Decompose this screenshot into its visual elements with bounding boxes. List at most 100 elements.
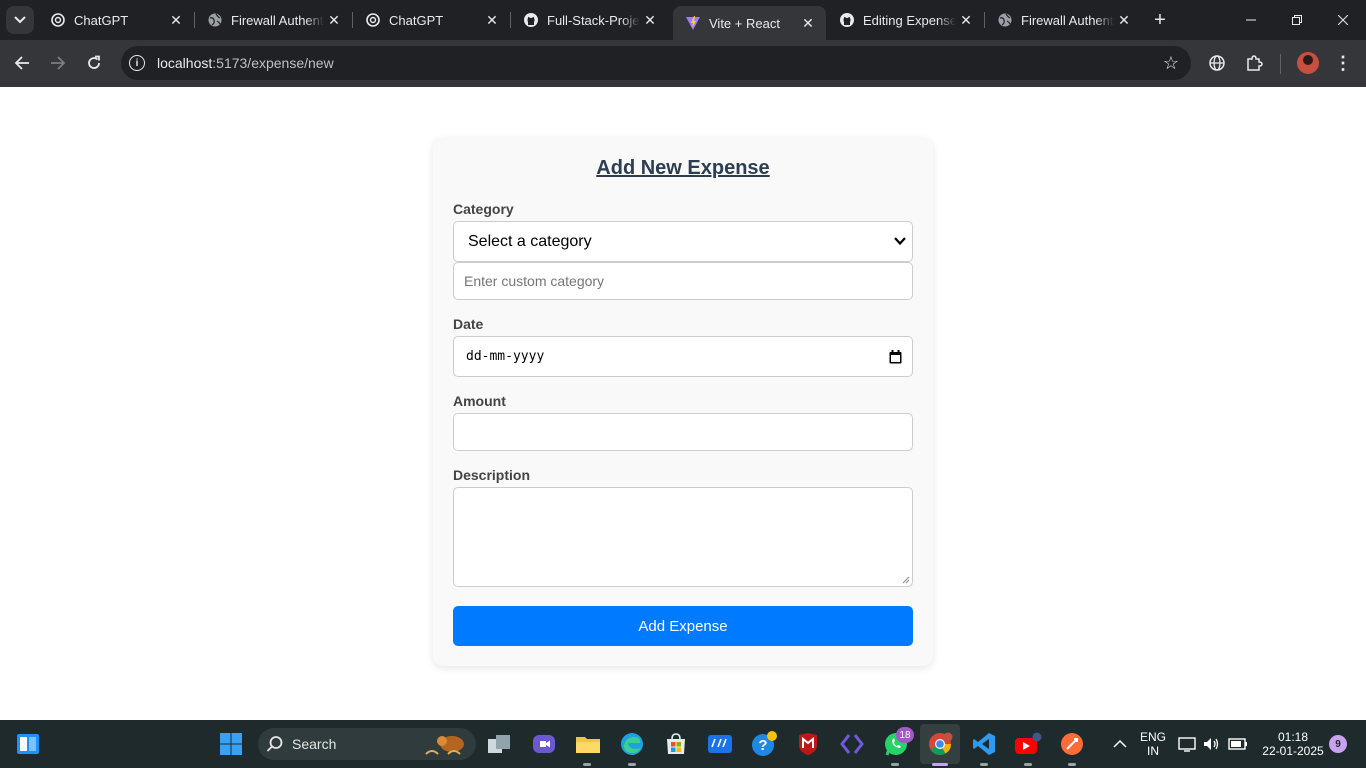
close-tab-icon[interactable]: ✕ xyxy=(324,10,344,30)
running-indicator xyxy=(891,763,899,766)
close-tab-icon[interactable]: ✕ xyxy=(166,10,186,30)
chevron-down-icon xyxy=(894,237,906,246)
mcafee-shield-icon[interactable] xyxy=(792,728,824,760)
browser-tab[interactable]: Full-Stack-Project ✕ xyxy=(511,0,668,40)
close-window-icon[interactable] xyxy=(1320,0,1366,40)
toolbar-divider xyxy=(1280,54,1281,74)
tab-title: Full-Stack-Project xyxy=(547,12,640,28)
profile-avatar[interactable] xyxy=(1297,52,1319,74)
file-explorer-icon[interactable] xyxy=(572,728,604,760)
calendar-icon[interactable] xyxy=(889,350,902,364)
youtube-icon[interactable] xyxy=(1012,728,1044,760)
amount-label: Amount xyxy=(453,393,506,409)
notification-badge[interactable]: 9 xyxy=(1329,735,1347,753)
code-editor-icon[interactable] xyxy=(836,728,868,760)
active-running-indicator xyxy=(932,763,948,766)
address-bar[interactable]: i localhost:5173/expense/new ☆ xyxy=(121,46,1191,80)
myhp-icon[interactable] xyxy=(704,728,736,760)
amount-input[interactable] xyxy=(453,413,913,451)
globe-icon xyxy=(207,12,223,28)
windows-taskbar: Search ? 18 ENG IN 01:18 22-01-2025 9 xyxy=(0,720,1366,768)
browser-tab-strip: ChatGPT ✕ Firewall Authentication ✕ Chat… xyxy=(0,0,1366,40)
language-line1: ENG xyxy=(1139,730,1166,744)
browser-tab[interactable]: ChatGPT ✕ xyxy=(353,0,511,40)
taskbar-search[interactable]: Search xyxy=(258,728,476,760)
tab-title: ChatGPT xyxy=(389,12,444,28)
battery-icon[interactable] xyxy=(1226,728,1250,760)
language-indicator[interactable]: ENG IN xyxy=(1134,730,1172,758)
custom-category-input[interactable]: Enter custom category xyxy=(453,262,913,300)
close-tab-icon[interactable]: ✕ xyxy=(482,10,502,30)
chatgpt-icon xyxy=(50,12,66,28)
category-label: Category xyxy=(453,201,514,217)
start-windows-icon[interactable] xyxy=(215,728,247,760)
running-indicator xyxy=(628,763,636,766)
form-title: Add New Expense xyxy=(596,157,770,179)
vscode-icon[interactable] xyxy=(968,728,1000,760)
svg-text:?: ? xyxy=(758,737,767,754)
clock-time: 01:18 xyxy=(1277,730,1309,744)
close-tab-icon[interactable]: ✕ xyxy=(798,13,818,33)
add-expense-form: Add New Expense Category Select a catego… xyxy=(433,138,933,666)
running-indicator xyxy=(1068,763,1076,766)
widgets-icon[interactable] xyxy=(12,728,44,760)
address-url: localhost:5173/expense/new xyxy=(157,55,334,71)
github-icon xyxy=(523,12,539,28)
microsoft-store-icon[interactable] xyxy=(660,728,692,760)
browser-tab-active[interactable]: Vite + React ✕ xyxy=(673,6,826,40)
forward-arrow-icon[interactable] xyxy=(43,48,73,78)
new-tab-plus-icon[interactable]: + xyxy=(1148,8,1172,32)
tab-title: ChatGPT xyxy=(74,12,129,28)
tab-title: Firewall Authentication xyxy=(1021,12,1114,28)
minimize-icon[interactable] xyxy=(1228,0,1274,40)
category-selected-value: Select a category xyxy=(468,232,592,250)
task-view-icon[interactable] xyxy=(484,728,516,760)
more-menu-icon[interactable]: ⋮ xyxy=(1334,52,1352,74)
url-path: :5173/expense/new xyxy=(212,55,334,71)
date-input[interactable]: dd-mm-yyyy xyxy=(453,336,913,377)
tab-title: Vite + React xyxy=(709,15,780,31)
postman-icon[interactable] xyxy=(1056,728,1088,760)
close-tab-icon[interactable]: ✕ xyxy=(640,10,660,30)
network-icon[interactable] xyxy=(1176,728,1198,760)
language-line2: IN xyxy=(1147,744,1159,758)
resize-grip-icon[interactable] xyxy=(902,576,910,584)
add-expense-button[interactable]: Add Expense xyxy=(453,606,913,646)
extensions-puzzle-icon[interactable] xyxy=(1243,52,1265,74)
volume-icon[interactable] xyxy=(1200,728,1222,760)
close-tab-icon[interactable]: ✕ xyxy=(1114,10,1134,30)
browser-tab[interactable]: Firewall Authentication ✕ xyxy=(195,0,353,40)
chevron-down-icon xyxy=(14,16,26,24)
reload-icon[interactable] xyxy=(79,48,109,78)
browser-tab[interactable]: Editing Expense ✕ xyxy=(827,0,985,40)
tab-title: Editing Expense xyxy=(863,12,956,28)
clock[interactable]: 01:18 22-01-2025 xyxy=(1258,730,1328,758)
globe-icon xyxy=(997,12,1013,28)
help-icon[interactable]: ? xyxy=(748,728,780,760)
bookmark-star-icon[interactable]: ☆ xyxy=(1163,54,1179,72)
browser-tab[interactable]: Firewall Authentication ✕ xyxy=(985,0,1142,40)
back-arrow-icon[interactable] xyxy=(7,48,37,78)
restore-icon[interactable] xyxy=(1274,0,1320,40)
chatgpt-icon xyxy=(365,12,381,28)
browser-tab[interactable]: ChatGPT ✕ xyxy=(38,0,195,40)
category-select[interactable]: Select a category xyxy=(453,221,913,262)
tab-search-button[interactable] xyxy=(6,6,34,34)
chrome-icon[interactable] xyxy=(924,728,956,760)
teams-meet-icon[interactable] xyxy=(528,728,560,760)
date-label: Date xyxy=(453,316,484,332)
description-textarea[interactable] xyxy=(453,487,913,587)
running-indicator xyxy=(1024,763,1032,766)
close-tab-icon[interactable]: ✕ xyxy=(956,10,976,30)
search-icon xyxy=(266,736,283,752)
show-hidden-icons-chevron-icon[interactable] xyxy=(1104,728,1136,760)
site-info-icon[interactable]: i xyxy=(129,55,145,71)
running-indicator xyxy=(583,763,591,766)
translate-globe-icon[interactable] xyxy=(1206,52,1228,74)
running-indicator xyxy=(980,763,988,766)
description-label: Description xyxy=(453,467,531,483)
search-highlight-illustration-icon xyxy=(425,736,464,755)
vite-icon xyxy=(685,15,701,31)
edge-browser-icon[interactable] xyxy=(616,728,648,760)
custom-category-placeholder: Enter custom category xyxy=(464,273,605,289)
